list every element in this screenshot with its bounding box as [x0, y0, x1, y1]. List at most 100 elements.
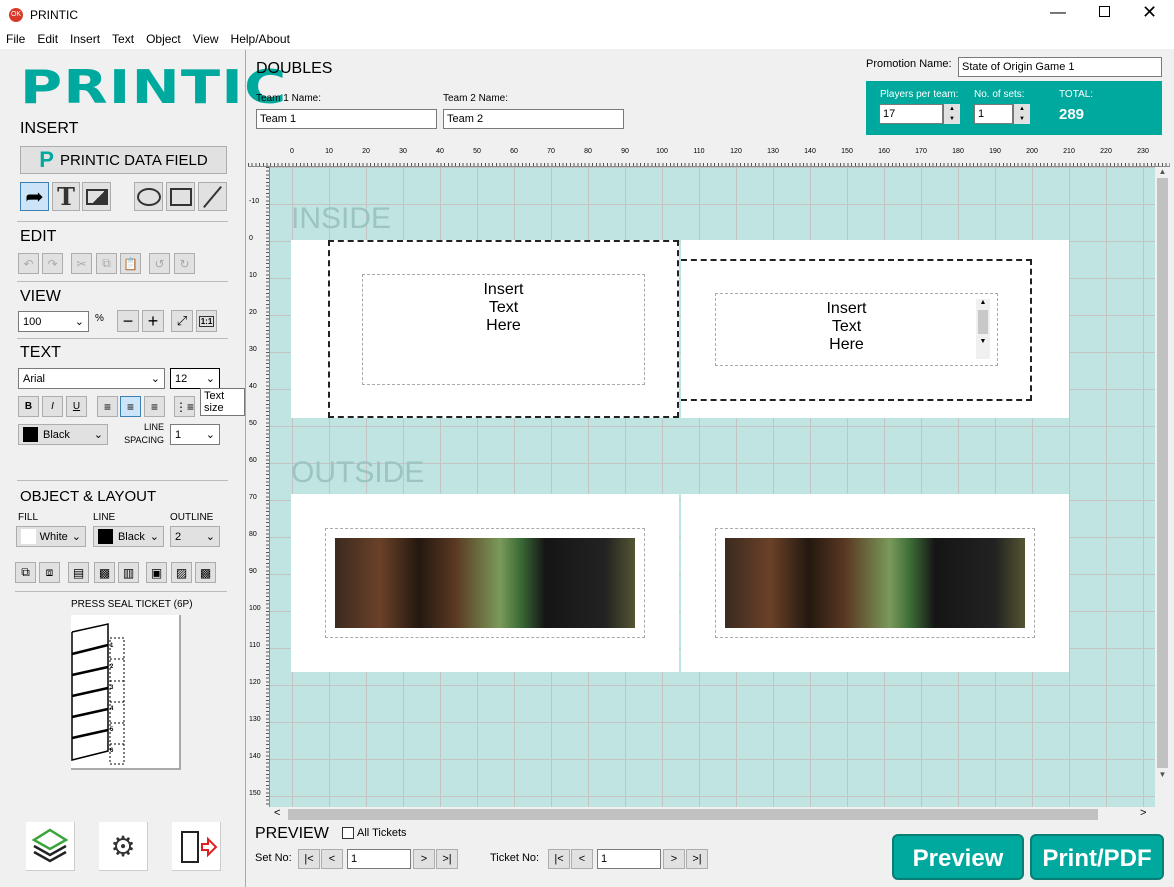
promotion-name-input[interactable]: State of Origin Game 1 — [958, 57, 1162, 77]
team1-label: Team 1 Name: — [256, 93, 322, 104]
menu-edit[interactable]: Edit — [31, 30, 64, 49]
menu-view[interactable]: View — [187, 30, 225, 49]
ticket-no-input[interactable]: 1 — [597, 849, 661, 869]
line-spacing-select[interactable]: 1 ⌄ — [170, 424, 220, 445]
undo-button[interactable]: ↶ — [18, 253, 39, 274]
menu-file[interactable]: File — [0, 30, 31, 49]
zoom-select[interactable]: 100 ⌄ — [18, 311, 89, 332]
ruler-label: 170 — [915, 148, 927, 155]
preview-button[interactable]: Preview — [892, 834, 1024, 880]
players-input[interactable]: 17 — [879, 104, 943, 124]
text-box-1[interactable]: Insert Text Here — [362, 274, 645, 385]
ticket-type-preview[interactable]: 1 2 3 4 5 6 — [71, 615, 181, 770]
vertical-scrollbar[interactable]: ▲ ▼ — [1155, 167, 1170, 805]
align-left-button[interactable]: ≡ — [97, 396, 118, 417]
text-box-2[interactable]: Insert Text Here — [715, 293, 998, 366]
align-right-button[interactable]: ≡ — [144, 396, 165, 417]
zoom-in-button[interactable]: + — [142, 310, 164, 332]
fit-to-window-button[interactable]: ⤢ — [171, 310, 193, 332]
align-bottom-button[interactable]: ▩ — [195, 562, 216, 583]
bold-button[interactable]: B — [18, 396, 39, 417]
sets-spinner[interactable]: ▲ ▼ — [1014, 104, 1030, 124]
text-size-tooltip: Text size — [200, 388, 245, 416]
ticket-last-button[interactable]: >| — [686, 849, 708, 869]
ruler-label: 140 — [249, 753, 261, 760]
close-button[interactable]: ✕ — [1142, 2, 1157, 23]
ruler-label: 180 — [952, 148, 964, 155]
players-spinner[interactable]: ▲ ▼ — [944, 104, 960, 124]
menu-bar: File Edit Insert Text Object View Help/A… — [0, 30, 1174, 49]
text-heading: TEXT — [20, 344, 61, 361]
actual-size-button[interactable]: 1:1 — [196, 310, 217, 332]
team1-input[interactable]: Team 1 — [256, 109, 437, 129]
ticket-first-button[interactable]: |< — [548, 849, 570, 869]
set-prev-button[interactable]: < — [321, 849, 343, 869]
horse-racing-image-1[interactable] — [335, 538, 635, 628]
horse-racing-image-2[interactable] — [725, 538, 1025, 628]
team2-input[interactable]: Team 2 — [443, 109, 624, 129]
align-right-objects-button[interactable]: ▥ — [118, 562, 139, 583]
menu-text[interactable]: Text — [106, 30, 140, 49]
text-tool-button[interactable]: T — [52, 182, 80, 211]
text-color-select[interactable]: Black ⌄ — [18, 424, 108, 445]
ruler-label: 120 — [730, 148, 742, 155]
outline-select[interactable]: 2 ⌄ — [170, 526, 220, 547]
ellipse-tool-button[interactable] — [134, 182, 163, 211]
rotate-right-button[interactable]: ↻ — [174, 253, 195, 274]
copy-button[interactable]: ⧉ — [96, 253, 117, 274]
line-color-select[interactable]: Black ⌄ — [93, 526, 164, 547]
minimize-button[interactable]: — — [1050, 4, 1066, 22]
align-left-objects-button[interactable]: ▤ — [68, 562, 89, 583]
menu-object[interactable]: Object — [140, 30, 187, 49]
align-center-objects-button[interactable]: ▩ — [94, 562, 115, 583]
fill-color-select[interactable]: White ⌄ — [16, 526, 86, 547]
maximize-button[interactable] — [1099, 6, 1110, 17]
promotion-name-label: Promotion Name: — [866, 58, 952, 70]
horizontal-scroll-thumb[interactable] — [288, 809, 1098, 820]
ellipse-icon — [136, 187, 161, 206]
send-back-button[interactable]: ⧈ — [39, 562, 60, 583]
set-first-button[interactable]: |< — [298, 849, 320, 869]
menu-help[interactable]: Help/About — [225, 30, 296, 49]
printic-logo: PRINTIC — [20, 60, 288, 114]
ruler-label: 110 — [249, 642, 261, 649]
menu-insert[interactable]: Insert — [64, 30, 106, 49]
zoom-out-button[interactable]: − — [117, 310, 139, 332]
align-center-button[interactable]: ≡ — [120, 396, 141, 417]
printic-data-field-button[interactable]: P PRINTIC DATA FIELD — [20, 146, 227, 174]
ticket-prev-button[interactable]: < — [571, 849, 593, 869]
italic-button[interactable]: I — [42, 396, 63, 417]
rectangle-tool-button[interactable] — [166, 182, 195, 211]
text-size-select[interactable]: 12 ⌄ — [170, 368, 220, 389]
set-next-button[interactable]: > — [413, 849, 435, 869]
ticket-next-button[interactable]: > — [663, 849, 685, 869]
cut-button[interactable]: ✂ — [71, 253, 92, 274]
design-canvas[interactable]: INSIDE Insert Text Here Insert Text Here… — [270, 167, 1155, 807]
horizontal-scrollbar[interactable]: < > — [270, 807, 1155, 822]
print-pdf-button[interactable]: Print/PDF — [1030, 834, 1164, 880]
image-tool-button[interactable] — [82, 182, 111, 211]
bullet-list-button[interactable]: ⋮≡ — [174, 396, 195, 417]
set-no-input[interactable]: 1 — [347, 849, 411, 869]
exit-button[interactable] — [172, 822, 221, 871]
ruler-label: 130 — [767, 148, 779, 155]
font-select[interactable]: Arial ⌄ — [18, 368, 165, 389]
bring-front-button[interactable]: ⧉ — [15, 562, 36, 583]
select-tool-button[interactable]: ➦ — [20, 182, 49, 211]
set-last-button[interactable]: >| — [436, 849, 458, 869]
underline-button[interactable]: U — [66, 396, 87, 417]
vertical-scroll-thumb[interactable] — [1157, 178, 1168, 768]
align-middle-button[interactable]: ▨ — [171, 562, 192, 583]
sets-input[interactable]: 1 — [974, 104, 1013, 124]
layers-button[interactable] — [26, 822, 75, 871]
color-swatch — [98, 529, 113, 544]
settings-button[interactable]: ⚙ — [99, 822, 148, 871]
all-tickets-checkbox[interactable]: All Tickets — [342, 827, 407, 839]
align-top-button[interactable]: ▣ — [146, 562, 167, 583]
rotate-left-button[interactable]: ↺ — [149, 253, 170, 274]
line-tool-button[interactable] — [198, 182, 227, 211]
text-box-2-scrollbar[interactable]: ▲ ▼ — [976, 299, 990, 359]
paste-button[interactable]: 📋 — [120, 253, 141, 274]
rectangle-icon — [169, 187, 192, 206]
redo-button[interactable]: ↷ — [42, 253, 63, 274]
